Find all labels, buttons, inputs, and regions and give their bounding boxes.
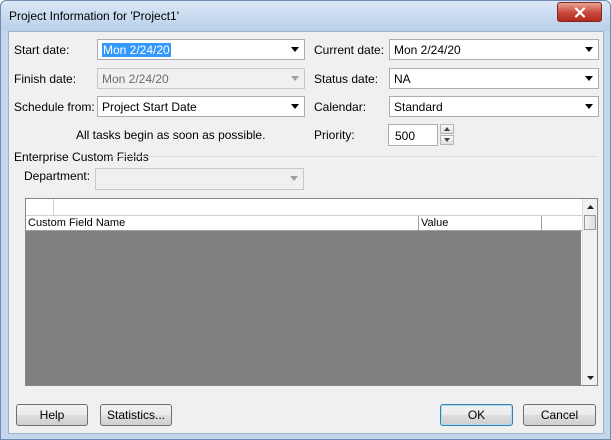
department-combo (95, 168, 304, 190)
calendar-value: Standard (394, 100, 443, 114)
priority-label: Priority: (314, 128, 355, 142)
group-divider (109, 156, 597, 157)
schedule-from-value: Project Start Date (102, 100, 197, 114)
schedule-note: All tasks begin as soon as possible. (76, 128, 266, 142)
schedule-from-label: Schedule from: (14, 100, 95, 114)
status-date-combo[interactable]: NA (389, 68, 599, 89)
title-bar: Project Information for 'Project1' (1, 1, 610, 31)
spin-down-icon[interactable] (440, 135, 454, 145)
custom-fields-grid[interactable]: Custom Field Name Value (25, 198, 598, 386)
cancel-button[interactable]: Cancel (523, 404, 596, 426)
finish-date-label: Finish date: (14, 72, 77, 86)
priority-input[interactable]: 500 (388, 124, 438, 146)
grid-empty-area (26, 231, 581, 385)
current-date-combo[interactable]: Mon 2/24/20 (389, 39, 599, 60)
column-custom-field-name[interactable]: Custom Field Name (26, 216, 419, 231)
current-date-value: Mon 2/24/20 (394, 43, 461, 57)
schedule-from-combo[interactable]: Project Start Date (97, 96, 305, 117)
ok-button[interactable]: OK (440, 404, 513, 426)
scroll-down-icon[interactable] (583, 371, 597, 385)
dialog-body: Start date: Mon 2/24/20 Finish date: Mon… (8, 31, 604, 434)
chevron-down-icon[interactable] (287, 42, 302, 57)
calendar-combo[interactable]: Standard (389, 96, 599, 117)
current-date-label: Current date: (314, 43, 385, 57)
enterprise-group-label: Enterprise Custom Fields (14, 150, 149, 164)
chevron-down-icon (287, 71, 302, 86)
grid-corner (26, 199, 54, 215)
close-button[interactable] (557, 2, 602, 22)
finish-date-combo: Mon 2/24/20 (97, 68, 305, 89)
column-value[interactable]: Value (419, 216, 542, 231)
start-date-label: Start date: (14, 43, 70, 57)
chevron-down-icon[interactable] (287, 99, 302, 114)
grid-header: Custom Field Name Value (26, 215, 582, 231)
grid-scrollbar[interactable] (582, 199, 597, 385)
scroll-thumb[interactable] (584, 215, 596, 230)
status-date-label: Status date: (314, 72, 379, 86)
calendar-label: Calendar: (314, 100, 367, 114)
statistics-button[interactable]: Statistics... (100, 404, 172, 426)
department-label: Department: (24, 169, 91, 183)
dialog-title: Project Information for 'Project1' (9, 9, 179, 23)
start-date-value: Mon 2/24/20 (102, 43, 171, 57)
chevron-down-icon (286, 171, 301, 186)
close-icon (574, 6, 585, 18)
start-date-combo[interactable]: Mon 2/24/20 (97, 39, 305, 60)
chevron-down-icon[interactable] (581, 99, 596, 114)
spin-up-icon[interactable] (440, 124, 454, 134)
project-information-dialog: Project Information for 'Project1' Start… (0, 0, 611, 440)
chevron-down-icon[interactable] (581, 71, 596, 86)
finish-date-value: Mon 2/24/20 (102, 72, 169, 86)
status-date-value: NA (394, 72, 411, 86)
chevron-down-icon[interactable] (581, 42, 596, 57)
scroll-up-icon[interactable] (583, 200, 597, 214)
help-button[interactable]: Help (16, 404, 88, 426)
priority-value: 500 (395, 129, 416, 143)
